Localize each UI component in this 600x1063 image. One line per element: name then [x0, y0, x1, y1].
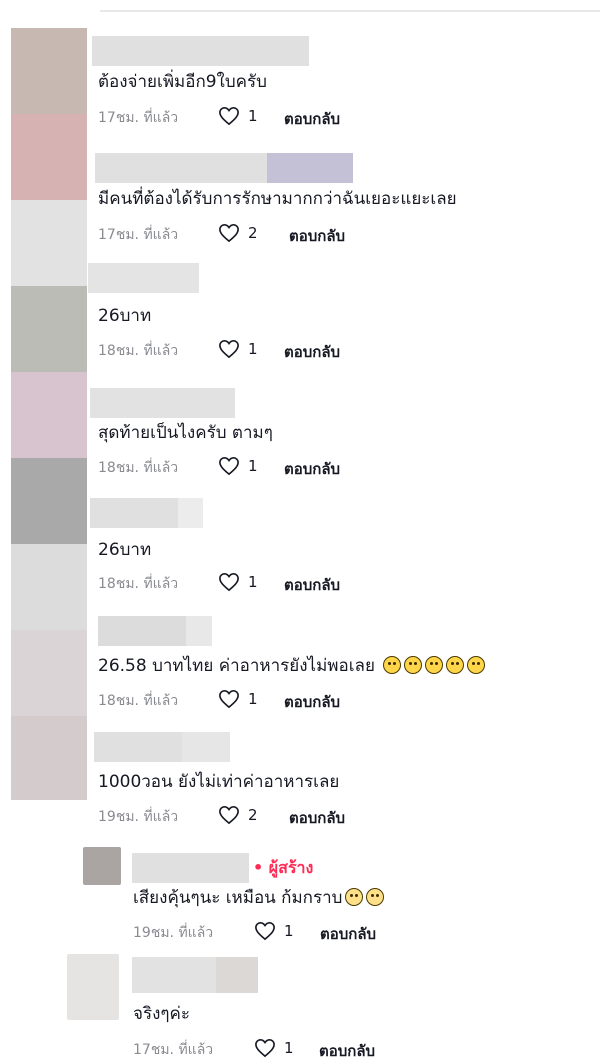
comment-text: ต้องจ่ายเพิ่มอีก9ใบครับ [98, 72, 267, 92]
like-button[interactable]: 1 [254, 921, 294, 941]
like-count: 2 [248, 224, 258, 242]
comment-time: 18ชม. ที่แล้ว [98, 693, 179, 709]
heart-icon [219, 223, 239, 243]
sad-face-icon [383, 656, 402, 674]
heart-icon [219, 106, 239, 126]
avatar[interactable] [11, 286, 87, 372]
like-button[interactable]: 1 [218, 106, 258, 126]
reply-button[interactable]: ตอบกลับ [284, 457, 340, 481]
blurred-username[interactable] [132, 957, 258, 993]
like-button[interactable]: 2 [218, 223, 258, 243]
like-count: 1 [284, 922, 294, 940]
reply-button[interactable]: ตอบกลับ [284, 573, 340, 597]
blurred-username[interactable] [88, 263, 199, 293]
like-button[interactable]: 1 [218, 339, 258, 359]
like-count: 1 [248, 457, 258, 475]
like-button[interactable]: 2 [218, 805, 258, 825]
like-count: 1 [248, 573, 258, 591]
reply-text: จริงๆค่ะ [133, 1004, 191, 1024]
comment-time: 18ชม. ที่แล้ว [98, 343, 179, 359]
heart-icon [219, 456, 239, 476]
avatar[interactable] [11, 630, 87, 716]
creator-badge: • ผู้สร้าง [253, 858, 314, 877]
reply-button[interactable]: ตอบกลับ [284, 340, 340, 364]
reply-button[interactable]: ตอบกลับ [284, 107, 340, 131]
avatar[interactable] [11, 200, 87, 286]
avatar[interactable] [11, 716, 87, 800]
reply-button[interactable]: ตอบกลับ [289, 806, 345, 830]
comment-time: 17ชม. ที่แล้ว [98, 227, 179, 243]
crying-face-icon [446, 656, 465, 674]
comment-time: 18ชม. ที่แล้ว [98, 576, 179, 592]
reply-text: เสียงคุ้นๆนะ เหมือน ก้มกราบ [133, 887, 385, 909]
comment-text: 26.58 บาทไทย ค่าอาหารยังไม่พอเลย [98, 655, 486, 677]
avatar[interactable] [67, 954, 119, 1020]
flushed-face-icon [345, 888, 364, 906]
crying-face-icon [467, 656, 486, 674]
reply-button[interactable]: ตอบกลับ [289, 224, 345, 248]
comment-text: 26บาท [98, 540, 152, 560]
comment-text: 26บาท [98, 306, 152, 326]
like-button[interactable]: 1 [254, 1038, 294, 1058]
comment-time: 18ชม. ที่แล้ว [98, 460, 179, 476]
avatar[interactable] [11, 544, 87, 630]
like-button[interactable]: 1 [218, 689, 258, 709]
like-count: 2 [248, 806, 258, 824]
avatar[interactable] [83, 847, 121, 885]
blurred-username[interactable] [132, 853, 249, 883]
blurred-username[interactable] [94, 732, 230, 762]
avatar[interactable] [11, 114, 87, 200]
heart-icon [219, 805, 239, 825]
reply-button[interactable]: ตอบกลับ [319, 1039, 375, 1063]
top-divider [100, 10, 600, 12]
blurred-username[interactable] [92, 36, 309, 66]
comment-text-body: 26.58 บาทไทย ค่าอาหารยังไม่พอเลย [98, 656, 375, 676]
comment-time: 17ชม. ที่แล้ว [98, 110, 179, 126]
comment-text: สุดท้ายเป็นไงครับ ตามๆ [98, 423, 273, 443]
like-count: 1 [284, 1039, 294, 1057]
heart-icon [255, 921, 275, 941]
sad-face-icon [404, 656, 423, 674]
comment-time: 19ชม. ที่แล้ว [98, 809, 179, 825]
reply-button[interactable]: ตอบกลับ [284, 690, 340, 714]
avatar-strip[interactable] [11, 28, 87, 800]
avatar[interactable] [11, 28, 87, 114]
reply-time: 19ชม. ที่แล้ว [133, 925, 214, 941]
avatar[interactable] [11, 458, 87, 544]
like-button[interactable]: 1 [218, 572, 258, 592]
like-count: 1 [248, 690, 258, 708]
blurred-username[interactable] [90, 388, 235, 418]
comment-text: มีคนที่ต้องได้รับการรักษามากกว่าฉันเยอะแ… [98, 189, 457, 209]
reply-text-body: เสียงคุ้นๆนะ เหมือน ก้มกราบ [133, 888, 343, 908]
reply-button[interactable]: ตอบกลับ [320, 922, 376, 946]
like-button[interactable]: 1 [218, 456, 258, 476]
blurred-username[interactable] [90, 498, 203, 528]
avatar[interactable] [11, 372, 87, 458]
like-count: 1 [248, 107, 258, 125]
comment-text: 1000วอน ยังไม่เท่าค่าอาหารเลย [98, 772, 340, 792]
blurred-username[interactable] [95, 153, 353, 183]
blurred-username[interactable] [98, 616, 212, 646]
sad-face-icon [425, 656, 444, 674]
like-count: 1 [248, 340, 258, 358]
heart-icon [255, 1038, 275, 1058]
heart-icon [219, 339, 239, 359]
flushed-face-icon [366, 888, 385, 906]
heart-icon [219, 572, 239, 592]
heart-icon [219, 689, 239, 709]
